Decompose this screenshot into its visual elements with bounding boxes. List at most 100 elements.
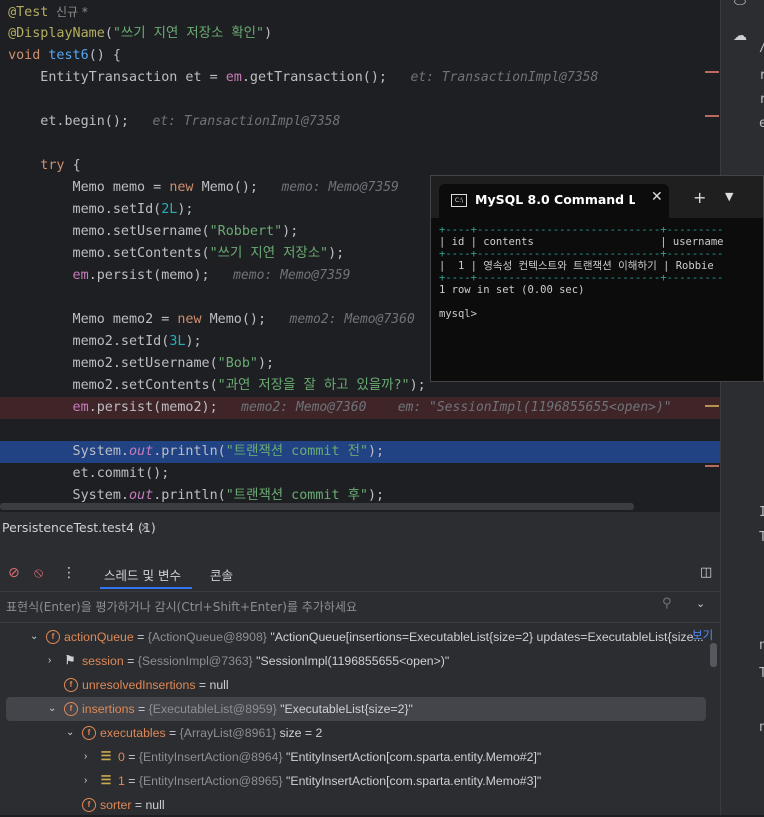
code-line[interactable]: et.begin(); et: TransactionImpl@7358 — [0, 111, 720, 133]
variable-row[interactable]: f sorter = null — [0, 793, 705, 817]
close-session-icon[interactable]: ✕ — [140, 520, 150, 535]
code-line[interactable] — [0, 419, 720, 441]
code-token: "Bob" — [217, 356, 258, 371]
code-token: "과연 저장을 잘 하고 있을까?" — [217, 378, 410, 393]
error-stripe-marker[interactable] — [705, 115, 719, 117]
code-token: 신규 * — [48, 5, 88, 19]
code-line[interactable]: System.out.println("트랜잭션 commit 전"); — [0, 441, 720, 463]
code-token: out — [129, 444, 154, 459]
variable-value: size = 2 — [279, 726, 323, 740]
close-tab-icon[interactable]: ✕ — [651, 189, 663, 205]
mysql-terminal-window[interactable]: C:\ MySQL 8.0 Command Line Client ✕ + ▼ … — [430, 175, 764, 382]
variable-row[interactable]: f unresolvedInsertions = null — [0, 673, 705, 697]
code-token: .persist(memo); — [88, 268, 210, 283]
code-token: "트랜잭션 commit 전" — [225, 444, 368, 459]
chevron-down-icon[interactable]: ⌄ — [66, 721, 74, 745]
variable-ref: {ActionQueue@8908} — [147, 630, 271, 644]
add-watch-icon[interactable]: ⚲ — [662, 596, 672, 611]
error-stripe-marker[interactable] — [705, 465, 719, 467]
code-token: System. — [8, 488, 129, 503]
variable-row[interactable]: ⌄ f insertions = {ExecutableList@8959} "Ex… — [6, 697, 706, 721]
terminal-output: +----+-----------------------------+----… — [439, 224, 723, 320]
list-item-icon: ☰ — [100, 773, 112, 787]
mute-breakpoints-icon[interactable]: ⦸ — [34, 565, 43, 581]
expression-eval-bar[interactable]: 표현식(Enter)을 평가하거나 감시(Ctrl+Shift+Enter)를 … — [0, 591, 720, 623]
chevron-right-icon[interactable]: › — [84, 745, 87, 769]
clipped-text: T — [759, 666, 764, 681]
code-line[interactable]: @Test 신규 * — [0, 1, 720, 23]
code-token: EntityTransaction et = — [8, 70, 226, 85]
variable-ref: {EntityInsertAction@8965} — [138, 774, 287, 788]
chevron-down-icon[interactable]: ⌄ — [696, 597, 705, 610]
terminal-line: mysql> — [439, 308, 477, 320]
field-icon: f — [46, 630, 60, 644]
code-line[interactable]: et.commit(); — [0, 463, 720, 485]
variable-ref: {SessionImpl@7363} — [137, 654, 257, 668]
code-line[interactable]: try { — [0, 155, 720, 177]
chevron-down-icon[interactable]: ⌄ — [48, 697, 56, 721]
tab-threads-variables[interactable]: 스레드 및 변수 — [104, 565, 181, 584]
code-token: ); — [282, 224, 299, 239]
tab-console[interactable]: 콘솔 — [210, 565, 233, 584]
code-token: test6 — [48, 48, 89, 63]
variable-row[interactable]: ⌄ f executables = {ArrayList@8961} size = … — [0, 721, 705, 745]
code-token: () { — [88, 48, 121, 63]
more-options-icon[interactable]: ⋮ — [62, 565, 76, 581]
chevron-right-icon[interactable]: › — [84, 769, 87, 793]
code-token: 3L — [169, 334, 186, 349]
code-line[interactable]: em.persist(memo2); memo2: Memo@7360 em: … — [0, 397, 720, 419]
terminal-titlebar: C:\ MySQL 8.0 Command Line Client ✕ + ▼ — [431, 176, 763, 218]
variable-row[interactable]: ⌄ f actionQueue = {ActionQueue@8908} "Acti… — [0, 625, 705, 649]
ai-assistant-icon[interactable]: ☁ — [729, 28, 751, 48]
code-token: @DisplayName — [8, 26, 105, 41]
code-token: em — [225, 70, 242, 85]
code-token: memo2: Memo@7360 — [266, 312, 415, 327]
chevron-right-icon[interactable]: › — [48, 649, 51, 673]
field-icon: f — [82, 726, 96, 740]
variables-scrollbar[interactable] — [710, 643, 717, 667]
view-more-link[interactable]: 보기 — [692, 627, 713, 643]
field-icon: f — [64, 702, 78, 716]
code-line[interactable] — [0, 89, 720, 111]
error-stripe-marker[interactable] — [705, 405, 719, 407]
clipped-text: r — [759, 92, 764, 107]
clipped-text: / — [759, 40, 764, 55]
code-token: .println( — [153, 444, 226, 459]
variable-row[interactable]: › ☰ 1 = {EntityInsertAction@8965} "EntityI… — [0, 769, 705, 793]
new-tab-button[interactable]: + — [693, 188, 706, 207]
clipped-text: n — [759, 638, 764, 653]
terminal-line: | id | contents | username — [439, 236, 724, 248]
field-icon: f — [64, 678, 78, 692]
variable-name: session — [82, 654, 124, 668]
code-token: Memo(); — [209, 312, 267, 327]
code-line[interactable] — [0, 133, 720, 155]
code-token: "쓰기 지연 저장소 확인" — [112, 26, 265, 41]
chevron-down-icon[interactable]: ⌄ — [30, 625, 38, 649]
chevron-down-icon[interactable]: ▼ — [725, 190, 733, 203]
clipped-text: I — [759, 505, 764, 520]
variable-name: insertions — [82, 702, 135, 716]
code-token: ) — [264, 26, 273, 41]
code-token: { — [72, 158, 81, 173]
variable-row[interactable]: › ⚑ session = {SessionImpl@7363} "SessionI… — [0, 649, 705, 673]
code-line[interactable]: @DisplayName("쓰기 지연 저장소 확인") — [0, 23, 720, 45]
terminal-line: 1 row in set (0.00 sec) — [439, 284, 585, 296]
view-breakpoints-icon[interactable]: ⊘ — [8, 565, 20, 581]
terminal-tab[interactable]: C:\ MySQL 8.0 Command Line Client ✕ — [439, 184, 669, 218]
variable-name: executables — [100, 726, 166, 740]
variable-ref: {ExecutableList@8959} — [148, 702, 281, 716]
editor-horizontal-scrollbar[interactable] — [0, 503, 634, 510]
layout-icon[interactable]: ◫ — [700, 565, 712, 580]
code-token: 2L — [161, 202, 178, 217]
expression-input[interactable]: 표현식(Enter)을 평가하거나 감시(Ctrl+Shift+Enter)를 … — [6, 598, 357, 615]
code-token: .getTransaction(); — [241, 70, 387, 85]
code-line[interactable]: void test6() { — [0, 45, 720, 67]
variable-name: actionQueue — [64, 630, 134, 644]
code-token: "쓰기 지연 저장소" — [209, 246, 329, 261]
variable-row[interactable]: › ☰ 0 = {EntityInsertAction@8964} "EntityI… — [0, 745, 705, 769]
database-icon[interactable]: ⬭ — [729, 0, 751, 14]
debug-session-tab[interactable]: PersistenceTest.test4 (1) — [2, 520, 156, 535]
error-stripe-marker[interactable] — [705, 71, 719, 73]
code-line[interactable]: EntityTransaction et = em.getTransaction… — [0, 67, 720, 89]
code-token: ( — [104, 26, 113, 41]
